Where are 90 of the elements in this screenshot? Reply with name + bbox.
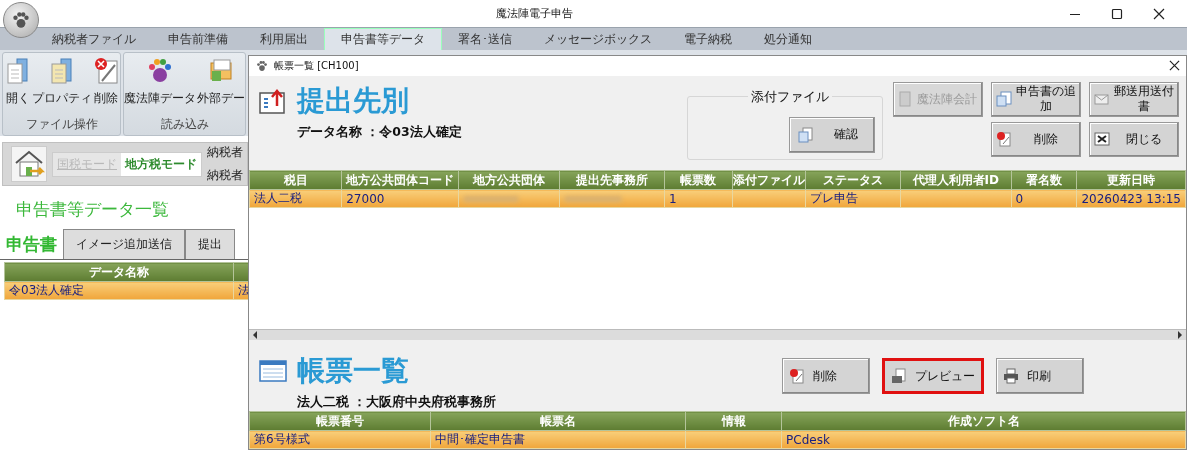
table-row[interactable]: 第6号様式 中間･確定申告書 PCdesk	[249, 430, 1186, 449]
column-header: 帳票数	[664, 170, 733, 190]
table-cell: 法人二税	[254, 191, 302, 206]
horizontal-scrollbar[interactable]	[249, 329, 1186, 340]
table-cell: 法	[238, 283, 250, 297]
paw-icon	[255, 58, 269, 73]
ribbon-button[interactable]: プロパティ	[31, 57, 92, 113]
delete-document-icon	[789, 368, 805, 384]
close-icon[interactable]	[1153, 7, 1165, 20]
document-icon	[4, 57, 31, 85]
action-button[interactable]: 閉じる	[1089, 121, 1179, 157]
scroll-left-icon[interactable]	[251, 331, 259, 340]
confirm-button[interactable]: 確認	[789, 116, 875, 153]
table-row[interactable]: 法人二税 27000 1 プレ申告 0 20260423 13:15	[249, 189, 1186, 208]
list-form-icon	[259, 359, 287, 383]
document-preview-icon	[891, 368, 907, 384]
field-label: 納税者	[207, 145, 243, 160]
section-heading: 帳票一覧	[297, 353, 409, 389]
document-icon	[48, 57, 75, 85]
menu-tab[interactable]: 電子納税	[668, 29, 748, 50]
close-icon	[1094, 131, 1110, 148]
ledger-icon	[898, 91, 912, 108]
ribbon-button[interactable]: 削除	[92, 57, 119, 113]
paw-logo-icon[interactable]	[3, 2, 39, 38]
ribbon-button[interactable]: 外部デー	[197, 57, 245, 113]
column-header: ステータス	[805, 170, 901, 190]
blurred-text	[463, 196, 519, 203]
column-header: 提出先事務所	[559, 170, 665, 190]
groupbox-label: 添付ファイル	[748, 87, 832, 106]
paw-icon	[147, 57, 173, 85]
delete-document-icon	[92, 57, 119, 85]
menu-tab[interactable]: 納税者ファイル	[36, 29, 152, 50]
sub-tab[interactable]: 提出	[185, 229, 235, 259]
table-cell: プレ申告	[809, 191, 858, 206]
documents-icon	[798, 126, 814, 143]
column-header: 地方公共団体コード	[341, 170, 459, 190]
action-button[interactable]: プレビュー	[882, 358, 984, 394]
envelope-icon	[1094, 91, 1110, 108]
section-title: 申告書等データ一覧	[16, 198, 170, 221]
office-label: 法人二税 ：大阪府中央府税事務所	[296, 394, 498, 411]
printer-icon	[1003, 368, 1019, 384]
menu-tab[interactable]: 申告書等データ	[324, 28, 442, 50]
column-header: 情報	[685, 411, 782, 431]
data-name-label: データ名称 ：令03法人確定	[296, 123, 463, 141]
column-header: 更新日時	[1076, 170, 1186, 190]
maximize-icon[interactable]	[1111, 7, 1123, 20]
menu-tab[interactable]: 処分通知	[748, 29, 828, 50]
column-header: 作成ソフト名	[781, 411, 1186, 431]
table-cell: 第6号様式	[254, 432, 310, 446]
table-cell: 1	[669, 191, 677, 206]
menu-tab[interactable]: メッセージボックス	[528, 29, 668, 50]
action-button[interactable]: 削除	[782, 358, 870, 394]
column-header: 税目	[249, 170, 342, 190]
action-button[interactable]: 削除	[991, 121, 1081, 157]
column-header: 添付ファイル	[732, 170, 806, 190]
group-label: ファイル操作	[24, 117, 99, 133]
column-header: データ名称	[4, 262, 234, 282]
house-icon[interactable]	[11, 146, 47, 182]
table-cell: PCdesk	[786, 432, 830, 447]
sub-tab[interactable]: イメージ追加送信	[63, 229, 185, 259]
upload-form-icon	[259, 87, 287, 114]
scroll-right-icon[interactable]	[1176, 331, 1184, 340]
column-header: 署名数	[1011, 170, 1077, 190]
mode-toggle[interactable]: 地方税モード	[121, 152, 201, 176]
menu-tab[interactable]: 利用届出	[244, 29, 324, 50]
ribbon-button[interactable]: 開く	[4, 57, 31, 113]
menu-tab[interactable]: 署名･送信	[442, 29, 528, 50]
close-icon[interactable]	[1169, 60, 1180, 72]
column-header: 地方公共団体	[458, 170, 560, 190]
column-header: 帳票番号	[249, 411, 431, 431]
delete-document-icon	[996, 131, 1012, 148]
table-cell: 令03法人確定	[9, 283, 85, 297]
table-cell: 0	[1015, 191, 1024, 206]
table-cell: 27000	[346, 191, 385, 206]
menu-tab[interactable]: 申告前準備	[152, 29, 244, 50]
column-header: 帳票名	[430, 411, 686, 431]
action-button[interactable]: 郵送用送付書	[1089, 81, 1179, 117]
action-button[interactable]: 印刷	[996, 358, 1084, 394]
table-cell: 20260423 13:15	[1081, 191, 1181, 206]
blurred-text	[564, 196, 622, 203]
column-header: 代理人利用者ID	[900, 170, 1012, 190]
dialog-title: 帳票一覧 [CH100]	[274, 58, 359, 73]
section-heading: 提出先別	[297, 82, 409, 119]
table-cell: 中間･確定申告書	[435, 432, 526, 446]
documents-icon	[996, 91, 1012, 108]
window-title: 魔法陣電子申告	[495, 6, 574, 21]
action-button[interactable]: 申告書の追加	[991, 81, 1081, 117]
field-label: 納税者	[207, 168, 243, 183]
group-label: 読み込み	[159, 117, 210, 133]
ribbon-button[interactable]: 魔法陣データ	[124, 57, 196, 113]
